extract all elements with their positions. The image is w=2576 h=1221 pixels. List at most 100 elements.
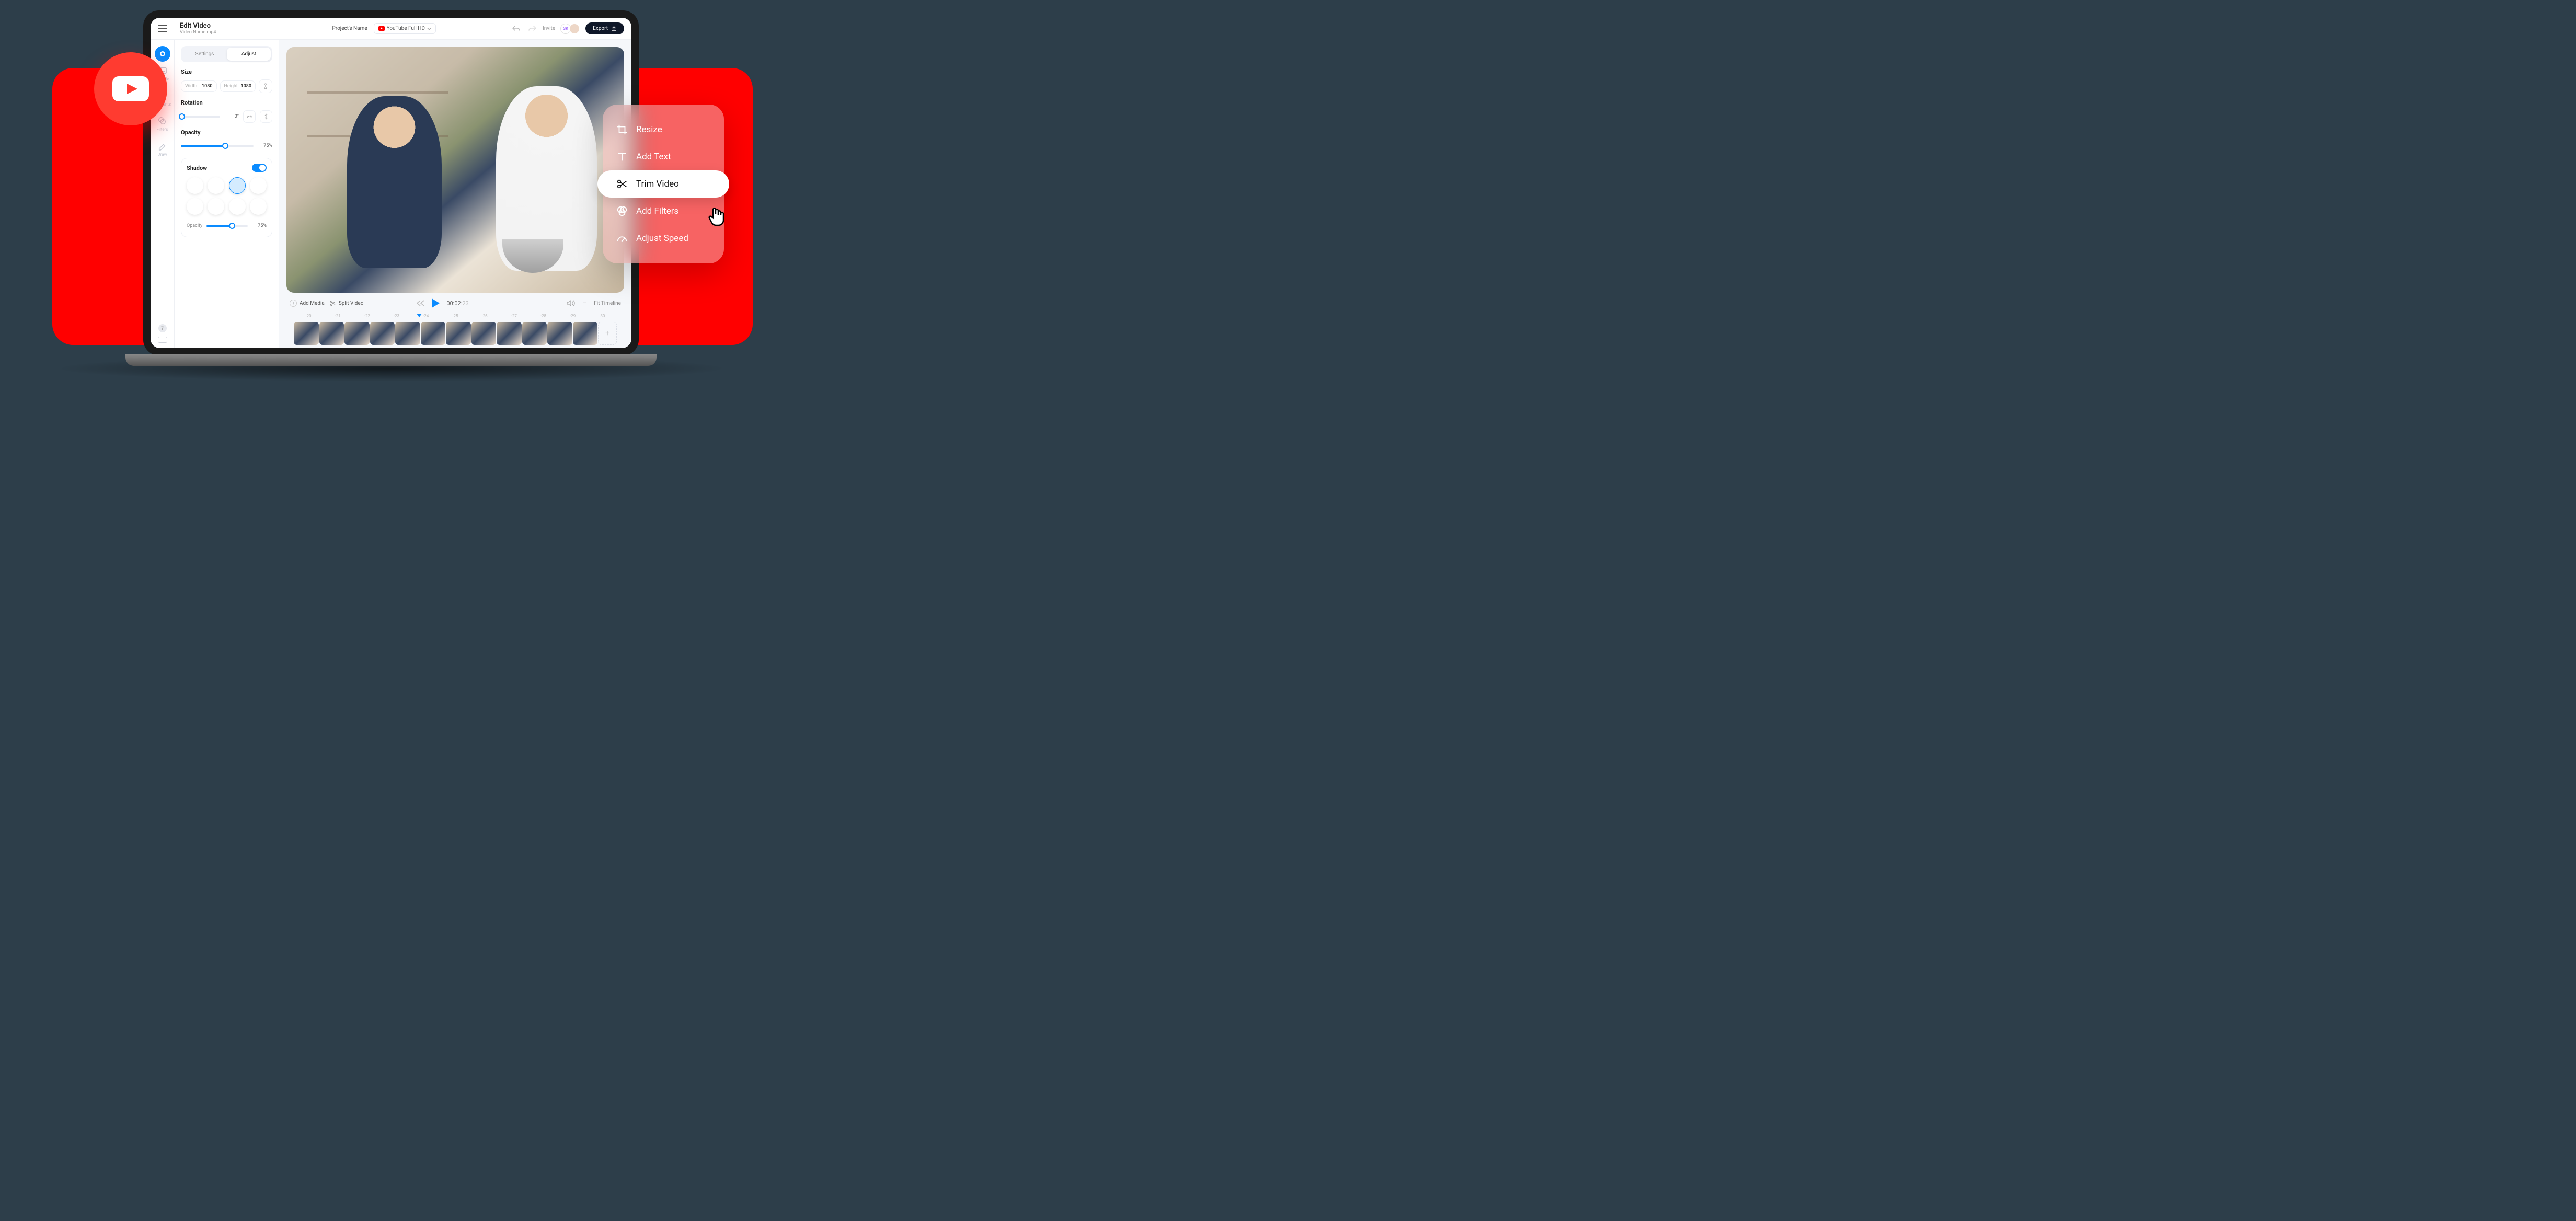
- action-trim-video[interactable]: Trim Video: [597, 170, 729, 198]
- volume-icon[interactable]: [567, 300, 575, 307]
- body: Subtitle Elements Filters Draw ?: [151, 40, 631, 348]
- rotation-label: Rotation: [181, 99, 272, 106]
- action-resize[interactable]: Resize: [603, 116, 724, 143]
- crop-icon: [616, 124, 628, 135]
- video-preview[interactable]: [286, 47, 624, 293]
- width-input[interactable]: Width 1080: [181, 80, 217, 92]
- shadow-direction-grid: [187, 177, 267, 215]
- add-media-button[interactable]: + Add Media: [290, 300, 325, 307]
- timeline-ruler[interactable]: :20 :21 :22 :23 :24 :25 :26 :27 :28 :29 …: [294, 314, 617, 322]
- invite-link[interactable]: Invite: [543, 26, 555, 31]
- add-clip-button[interactable]: +: [598, 322, 617, 345]
- shadow-opacity-label: Opacity: [187, 223, 202, 228]
- flip-vertical-button[interactable]: [260, 110, 272, 123]
- clip-thumb[interactable]: [573, 322, 598, 345]
- avatar-photo: [569, 23, 580, 34]
- shadow-opacity-value: 75%: [252, 223, 267, 228]
- gauge-icon: [616, 233, 628, 244]
- undo-button[interactable]: [511, 24, 522, 34]
- aspect-icon[interactable]: [158, 337, 167, 343]
- shadow-dir-2[interactable]: [208, 177, 224, 194]
- rotation-group: Rotation 0°: [181, 99, 272, 123]
- opacity-group: Opacity 75%: [181, 129, 272, 152]
- export-preset-dropdown[interactable]: YouTube Full HD: [374, 23, 436, 34]
- clip-thumb[interactable]: [472, 322, 497, 345]
- export-label: Export: [593, 26, 608, 31]
- clip-thumb[interactable]: [421, 322, 446, 345]
- tab-settings[interactable]: Settings: [182, 48, 227, 61]
- settings-panel: Settings Adjust Size Width 1080 Height 1…: [175, 40, 279, 348]
- rewind-button[interactable]: [416, 300, 424, 306]
- filters-icon: [616, 205, 628, 217]
- clip-thumb[interactable]: [344, 322, 370, 345]
- shadow-dir-3[interactable]: [229, 177, 246, 194]
- title-block: Edit Video Video Name.mp4: [180, 22, 216, 35]
- flip-horizontal-button[interactable]: [243, 110, 256, 123]
- playback-bar: + Add Media Split Video 00:02:23: [286, 293, 624, 314]
- rail-label: Draw: [157, 152, 167, 157]
- size-label: Size: [181, 68, 272, 75]
- top-right: Invite SK Export: [511, 22, 624, 34]
- text-icon: [616, 151, 628, 163]
- export-button[interactable]: Export: [585, 22, 624, 34]
- clip-thumb[interactable]: [446, 322, 471, 345]
- link-dimensions-button[interactable]: [259, 79, 272, 93]
- help-icon[interactable]: ?: [158, 324, 167, 332]
- timeline: :20 :21 :22 :23 :24 :25 :26 :27 :28 :29 …: [286, 314, 624, 348]
- app-window: Edit Video Video Name.mp4 Project's Name…: [151, 18, 631, 348]
- youtube-badge: [94, 52, 167, 125]
- rotation-value: 0°: [224, 114, 239, 119]
- file-name: Video Name.mp4: [180, 30, 216, 35]
- laptop-base: [125, 354, 657, 366]
- clip-thumb[interactable]: [547, 322, 572, 345]
- youtube-icon: [112, 76, 149, 101]
- laptop-frame: Edit Video Video Name.mp4 Project's Name…: [143, 10, 639, 355]
- shadow-dir-4[interactable]: [250, 177, 267, 194]
- action-adjust-speed[interactable]: Adjust Speed: [603, 225, 724, 252]
- notification-badge: [155, 46, 170, 62]
- split-video-button[interactable]: Split Video: [330, 300, 364, 307]
- shadow-dir-1[interactable]: [187, 177, 203, 194]
- avatar-stack[interactable]: SK: [560, 23, 580, 34]
- size-group: Size Width 1080 Height 1080: [181, 68, 272, 93]
- menu-icon[interactable]: [158, 25, 167, 32]
- rail-filters[interactable]: Filters: [156, 116, 168, 132]
- clip-thumb[interactable]: [319, 322, 344, 345]
- action-add-text[interactable]: Add Text: [603, 143, 724, 170]
- cursor-icon: [708, 206, 727, 230]
- upload-icon: [611, 26, 617, 31]
- clip-thumb[interactable]: [497, 322, 522, 345]
- clip-thumb[interactable]: [370, 322, 395, 345]
- scissors-icon: [330, 300, 336, 306]
- shadow-dir-8[interactable]: [250, 198, 267, 215]
- height-input[interactable]: Height 1080: [220, 80, 256, 92]
- project-name[interactable]: Project's Name: [332, 26, 367, 31]
- clip-thumb[interactable]: [522, 322, 547, 345]
- youtube-icon: [378, 26, 385, 31]
- tab-adjust[interactable]: Adjust: [227, 48, 271, 61]
- shadow-dir-6[interactable]: [208, 198, 224, 215]
- action-add-filters[interactable]: Add Filters: [603, 198, 724, 225]
- play-button[interactable]: [431, 298, 440, 308]
- clip-thumb[interactable]: [294, 322, 319, 345]
- fit-timeline-button[interactable]: Fit Timeline: [594, 301, 621, 306]
- opacity-slider[interactable]: [181, 140, 254, 152]
- playhead-icon[interactable]: [417, 314, 422, 317]
- rail-label: Filters: [156, 127, 168, 132]
- shadow-dir-5[interactable]: [187, 198, 203, 215]
- shadow-dir-7[interactable]: [229, 198, 246, 215]
- timeline-clips[interactable]: +: [294, 322, 617, 345]
- shadow-opacity-slider[interactable]: [206, 220, 248, 232]
- shadow-group: Shadow Opacity: [181, 158, 272, 237]
- shadow-toggle[interactable]: [252, 164, 267, 172]
- panel-tabs: Settings Adjust: [181, 46, 272, 62]
- top-center: Project's Name YouTube Full HD: [332, 23, 436, 34]
- rotation-slider[interactable]: [181, 111, 220, 122]
- rail-draw[interactable]: Draw: [157, 141, 167, 157]
- redo-button[interactable]: [527, 24, 537, 34]
- opacity-value: 75%: [258, 143, 272, 148]
- page-title: Edit Video: [180, 22, 216, 30]
- shadow-label: Shadow: [187, 165, 207, 171]
- scissors-icon: [616, 178, 628, 190]
- clip-thumb[interactable]: [395, 322, 420, 345]
